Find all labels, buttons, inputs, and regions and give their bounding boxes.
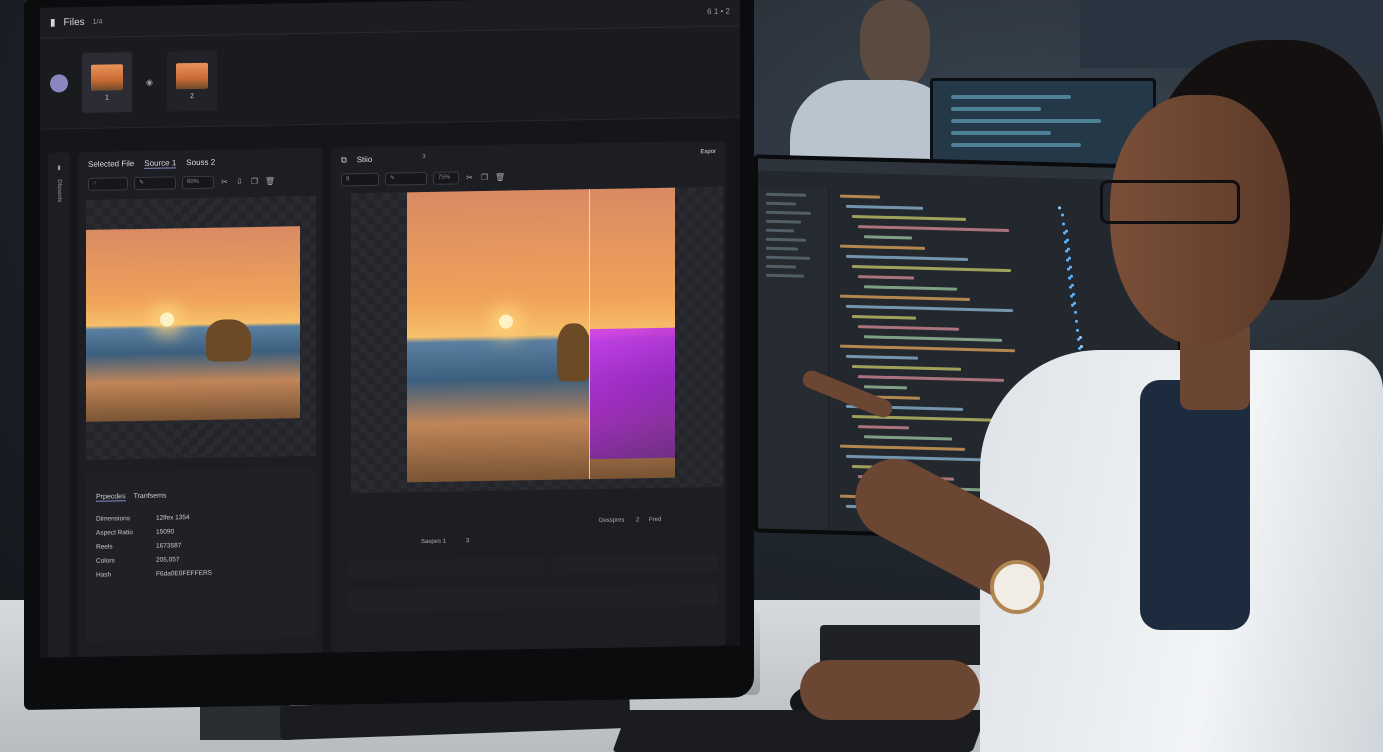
rail-icon[interactable]: ▮ <box>57 164 60 171</box>
export-button[interactable]: Espor <box>700 149 716 159</box>
main-monitor: ▮ Files 1/4 6 1 • 2 1 ◉ 2 ▮ Dlssents Sel… <box>24 0 754 710</box>
pointing-finger <box>800 367 895 421</box>
thumbnail-image <box>91 63 123 91</box>
glasses <box>1100 180 1240 224</box>
wristwatch <box>990 560 1044 614</box>
split-divider[interactable] <box>589 189 590 480</box>
slider-track[interactable] <box>553 553 718 575</box>
lion <box>206 319 251 362</box>
left-rail: ▮ Dlssents <box>48 152 70 658</box>
tab-properties[interactable]: Prpecdes <box>96 493 126 502</box>
left-canvas[interactable] <box>86 195 316 460</box>
property-row: Reels 1673587 <box>96 542 182 551</box>
thumbnail-strip: 1 ◉ 2 <box>40 26 740 130</box>
compare-icon: ⧉ <box>341 155 347 165</box>
add-button[interactable] <box>50 74 68 93</box>
properties-panel: Prpecdes Tranfsems Dimensions 12lfex 1354… <box>86 467 316 642</box>
field-b-extra[interactable]: Fred <box>649 517 661 523</box>
trash-icon[interactable]: 🗑 <box>265 177 275 186</box>
filter-input[interactable]: 9 <box>341 172 379 187</box>
lion <box>557 323 591 382</box>
difference-overlay <box>589 327 675 460</box>
mouse-hand <box>800 660 980 720</box>
property-row: Hash F6da0E0FEFFERS <box>96 569 212 579</box>
property-row: Dimensions 12lfex 1354 <box>96 514 190 523</box>
app-title: Files <box>63 16 85 28</box>
comparison-panel: ⧉ Stiio 3 Espor 9 ✎ 75% ✂ ❐ 🗑 Saspes 1 3… <box>331 140 726 653</box>
slider-track[interactable] <box>349 556 544 579</box>
crop-icon[interactable]: ✂ <box>220 177 229 186</box>
app-window: ▮ Files 1/4 6 1 • 2 1 ◉ 2 ▮ Dlssents Sel… <box>40 0 740 658</box>
thumbnail-label: 1 <box>105 94 109 102</box>
brush-field[interactable]: ✎ <box>385 171 427 186</box>
tab-selected-file[interactable]: Selected File <box>88 159 134 170</box>
property-row: Colors 205,057 <box>96 556 180 565</box>
thumbnail-item[interactable]: 2 <box>166 50 217 112</box>
tab-source-2[interactable]: Souss 2 <box>186 158 215 169</box>
thumbnail-label: 2 <box>190 92 194 100</box>
title-badge[interactable]: 1/4 <box>93 18 103 25</box>
left-toolbar: ○ ✎ 60% ✂ ⇩ ❐ 🗑 <box>78 170 323 195</box>
field-b-label: Desspres <box>599 517 625 524</box>
field-a-value[interactable]: 3 <box>466 538 469 544</box>
search-input[interactable]: ○ <box>88 177 128 191</box>
selected-file-panel: Selected File Source 1 Souss 2 ○ ✎ 60% ✂… <box>78 147 323 658</box>
window-indicators: 6 1 • 2 <box>707 6 730 16</box>
brush-field[interactable]: ✎ <box>134 176 176 191</box>
comparison-canvas[interactable] <box>351 186 723 494</box>
field-a-label: Saspes 1 <box>421 538 447 546</box>
zoom-field[interactable]: 75% <box>433 171 459 185</box>
scientist <box>800 20 1383 752</box>
trash-icon[interactable]: 🗑 <box>495 173 505 182</box>
crop-icon[interactable]: ✂ <box>465 173 474 182</box>
shirt <box>1140 380 1250 630</box>
field-b-value[interactable]: 2 <box>636 517 639 523</box>
office-scene: ▮ Files 1/4 6 1 • 2 1 ◉ 2 ▮ Dlssents Sel… <box>0 0 1383 752</box>
copy-icon[interactable]: ❐ <box>480 173 489 182</box>
property-row: Aspect Ratio 15090 <box>96 528 175 537</box>
comparison-image <box>407 187 675 483</box>
workspace: ▮ Dlssents Selected File Source 1 Souss … <box>40 140 740 658</box>
properties-tabs: Prpecdes Tranfsems <box>96 490 306 502</box>
comparison-count: 3 <box>422 153 426 161</box>
thumbnail-item[interactable]: 1 <box>82 52 132 113</box>
download-icon[interactable]: ⇩ <box>235 177 244 186</box>
sun <box>499 314 513 329</box>
comparison-title: Stiio <box>356 154 373 165</box>
rail-label[interactable]: Dlssents <box>56 179 62 202</box>
thumbnail-image <box>175 62 208 89</box>
sun <box>160 312 174 327</box>
link-icon[interactable]: ◉ <box>146 77 153 86</box>
copy-icon[interactable]: ❐ <box>250 177 259 186</box>
source-image <box>86 226 300 422</box>
tab-transforms[interactable]: Tranfsems <box>134 493 167 502</box>
output-bar[interactable] <box>349 583 718 613</box>
zoom-field[interactable]: 60% <box>182 175 214 190</box>
tab-source-1[interactable]: Source 1 <box>144 158 177 169</box>
comparison-controls: Saspes 1 3 Desspres 2 Fred <box>331 486 726 653</box>
folder-icon: ▮ <box>50 16 56 29</box>
